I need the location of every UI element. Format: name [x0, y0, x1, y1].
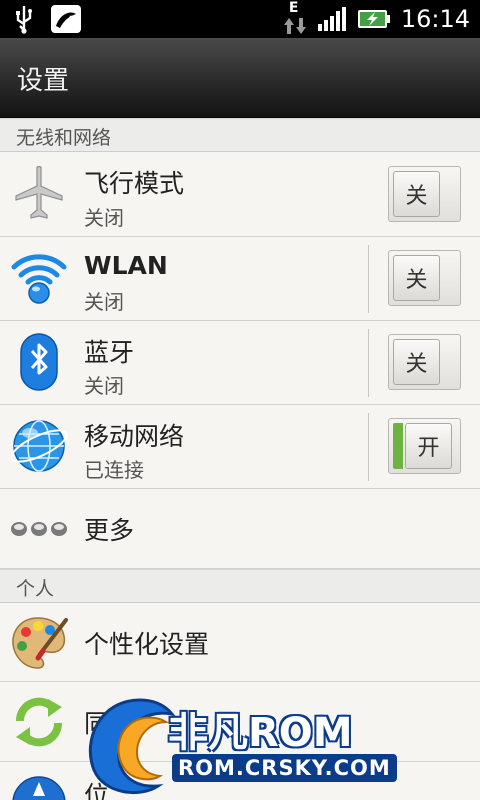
setting-row-personalize[interactable]: 个性化设置 [0, 603, 480, 682]
bluetooth-toggle[interactable]: 关 [388, 334, 461, 390]
mobile-network-toggle[interactable]: 开 [388, 418, 461, 474]
toggle-knob: 关 [393, 255, 440, 301]
setting-title: WLAN [84, 251, 168, 280]
divider [368, 245, 369, 313]
section-header-personal: 个人 [0, 569, 480, 603]
airplane-icon [15, 165, 63, 219]
more-dots-icon [11, 522, 67, 536]
watermark-logo: 非凡ROM ROM.CRSKY.COM [80, 690, 410, 800]
wlan-toggle[interactable]: 关 [388, 250, 461, 306]
network-type-label: E [288, 0, 299, 16]
app-notification-icon [51, 5, 81, 33]
bluetooth-icon [20, 333, 58, 391]
toggle-knob: 关 [393, 171, 440, 217]
setting-row-airplane-mode[interactable]: 飞行模式 关闭 关 [0, 152, 480, 237]
setting-row-wlan[interactable]: WLAN 关闭 关 [0, 237, 480, 321]
title-bar: 设置 [0, 38, 480, 118]
toggle-knob: 关 [393, 339, 440, 385]
setting-title: 个性化设置 [84, 630, 210, 659]
airplane-mode-toggle[interactable]: 关 [388, 166, 461, 222]
setting-subtitle: 关闭 [84, 290, 124, 314]
toggle-on-indicator [393, 423, 403, 469]
status-bar: E 16:14 [0, 0, 480, 38]
setting-subtitle: 关闭 [84, 206, 124, 230]
palette-icon [12, 617, 68, 669]
setting-row-mobile-network[interactable]: 移动网络 已连接 开 [0, 405, 480, 489]
section-label: 个人 [16, 578, 55, 600]
divider [368, 329, 369, 397]
globe-icon [10, 420, 68, 472]
section-label: 无线和网络 [16, 127, 112, 149]
location-icon [12, 776, 66, 800]
setting-subtitle: 已连接 [84, 458, 144, 482]
divider [368, 413, 369, 481]
signal-icon [317, 7, 346, 31]
setting-row-more[interactable]: 更多 [0, 489, 480, 569]
clock: 16:14 [400, 5, 470, 33]
sync-icon [15, 697, 63, 747]
watermark-brand: 非凡ROM [168, 710, 353, 756]
watermark-url: ROM.CRSKY.COM [172, 754, 397, 782]
battery-charging-icon [357, 10, 390, 28]
page-title: 设置 [17, 66, 70, 96]
usb-icon [16, 6, 32, 34]
setting-subtitle: 关闭 [84, 374, 124, 398]
data-activity-icon: E [283, 0, 307, 36]
setting-row-bluetooth[interactable]: 蓝牙 关闭 关 [0, 321, 480, 405]
section-header-wireless: 无线和网络 [0, 118, 480, 152]
toggle-knob: 开 [405, 423, 452, 469]
setting-title: 更多 [84, 516, 135, 545]
setting-title: 蓝牙 [84, 338, 135, 367]
wifi-icon [11, 254, 67, 304]
setting-title: 飞行模式 [84, 169, 185, 198]
setting-title: 移动网络 [84, 422, 185, 451]
